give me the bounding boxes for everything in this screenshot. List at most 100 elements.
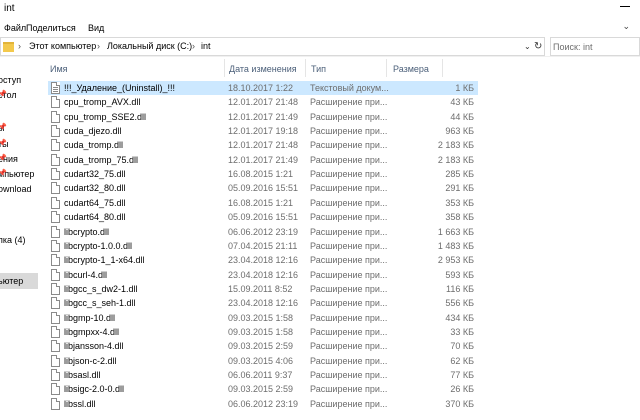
nav-item-quick-access[interactable]: оступ: [0, 72, 38, 88]
file-size: 593 КБ: [445, 269, 474, 280]
file-name: libcurl-4.dll: [64, 269, 108, 280]
dll-file-icon: [51, 268, 60, 281]
file-name: libsasl.dll: [64, 370, 101, 380]
file-name: libcrypto.dll: [64, 226, 110, 237]
search-input[interactable]: [553, 39, 639, 55]
nav-item-this-pc[interactable]: ьютер: [0, 273, 38, 289]
file-row[interactable]: cuda_tromp.dll 12.01.2017 21:48 Расширение…: [48, 138, 478, 152]
file-row[interactable]: cuda_tromp_75.dll 12.01.2017 21:49 Расшире…: [48, 153, 478, 167]
pin-icon[interactable]: 📌: [0, 139, 7, 147]
file-type: Расширение при...: [310, 97, 388, 108]
file-row[interactable]: cudart64_80.dll 05.09.2016 15:51 Расширени…: [48, 210, 478, 224]
pin-icon[interactable]: 📌: [0, 169, 7, 177]
refresh-icon[interactable]: ↻: [534, 41, 542, 52]
nav-item-downloads[interactable]: ы 📌: [0, 120, 38, 136]
file-row[interactable]: libsasl.dll 06.06.2011 9:37 Расширение при…: [48, 368, 478, 382]
file-type: Текстовый докум...: [310, 83, 389, 93]
tab-share[interactable]: Поделиться: [26, 23, 76, 33]
minimize-icon[interactable]: [620, 6, 630, 7]
file-size: 353 КБ: [445, 197, 474, 208]
breadcrumb-separator[interactable]: ›: [18, 41, 21, 51]
column-divider[interactable]: [305, 59, 306, 77]
nav-item-label: ьютер: [0, 276, 24, 286]
file-row[interactable]: libcrypto-1.0.0.dll 07.04.2015 21:11 Расши…: [48, 239, 478, 253]
file-row[interactable]: !!!_Удаление_(Uninstall)_!!! 18.10.2017 1…: [48, 81, 478, 95]
dll-file-icon: [51, 369, 60, 381]
dll-file-icon: [51, 354, 60, 367]
column-header-date[interactable]: Дата изменения: [229, 64, 297, 74]
file-date: 06.06.2012 23:19: [228, 226, 299, 237]
nav-item-desktop[interactable]: стол 📌: [0, 87, 38, 103]
file-size: 1 483 КБ: [437, 240, 474, 251]
column-divider[interactable]: [224, 59, 225, 77]
file-row[interactable]: libjansson-4.dll 09.03.2015 2:59 Расширени…: [48, 339, 478, 353]
file-size: 358 КБ: [445, 212, 474, 223]
breadcrumb-int[interactable]: int: [201, 41, 211, 51]
dll-file-icon: [51, 311, 60, 324]
file-name: libssl.dll: [64, 398, 96, 409]
column-header-name[interactable]: Имя: [50, 64, 68, 74]
dll-file-icon: [51, 125, 60, 138]
address-dropdown-icon[interactable]: ⌄: [524, 42, 531, 51]
file-row[interactable]: libcrypto-1_1-x64.dll 23.04.2018 12:16 Рас…: [48, 253, 478, 267]
pin-icon[interactable]: 📌: [0, 154, 7, 162]
search-box[interactable]: [550, 37, 640, 56]
column-divider[interactable]: [386, 59, 387, 77]
file-name: libcrypto-1.0.0.dll: [64, 240, 133, 251]
dll-file-icon: [51, 96, 60, 109]
file-row[interactable]: libgcc_s_seh-1.dll 23.04.2018 12:16 Расшир…: [48, 296, 478, 310]
column-header-type[interactable]: Тип: [311, 64, 326, 74]
file-date: 12.01.2017 21:49: [228, 111, 299, 122]
folder-icon: [3, 42, 14, 52]
breadcrumb-separator[interactable]: ›: [97, 41, 100, 51]
file-type: Расширение при...: [310, 341, 388, 352]
pin-icon[interactable]: 📌: [0, 90, 7, 98]
file-row[interactable]: libsigc-2.0-0.dll 09.03.2015 2:59 Расширен…: [48, 382, 478, 396]
file-type: Расширение при...: [310, 240, 388, 251]
column-divider[interactable]: [442, 59, 443, 77]
tab-view[interactable]: Вид: [88, 23, 104, 33]
dll-file-icon: [51, 297, 60, 310]
file-name: cudart64_75.dll: [64, 197, 126, 208]
pin-icon[interactable]: 📌: [0, 123, 7, 131]
file-name: libjansson-4.dll: [64, 341, 124, 352]
nav-item-documents[interactable]: ты 📌: [0, 136, 38, 152]
file-row[interactable]: libssl.dll 06.06.2012 23:19 Расширение при…: [48, 397, 478, 411]
file-row[interactable]: cudart64_75.dll 16.08.2015 1:21 Расширение…: [48, 196, 478, 210]
file-row[interactable]: libgmpxx-4.dll 09.03.2015 1:58 Расширение …: [48, 325, 478, 339]
breadcrumb-local-disk[interactable]: Локальный диск (C:): [107, 41, 192, 51]
column-header-size[interactable]: Размера: [393, 64, 429, 74]
file-row[interactable]: libcurl-4.dll 23.04.2018 12:16 Расширение …: [48, 268, 478, 282]
ribbon-expand-icon[interactable]: ⌄: [622, 21, 630, 32]
file-row[interactable]: libcrypto.dll 06.06.2012 23:19 Расширение …: [48, 225, 478, 239]
nav-item-pictures[interactable]: ения 📌: [0, 151, 38, 167]
file-row[interactable]: libgmp-10.dll 09.03.2015 1:58 Расширение п…: [48, 311, 478, 325]
address-row: › Этот компьютер › Локальный диск (C:) ›…: [0, 37, 640, 57]
file-size: 70 КБ: [450, 341, 474, 352]
dll-file-icon: [51, 325, 60, 338]
file-row[interactable]: cuda_djezo.dll 12.01.2017 19:18 Расширение…: [48, 124, 478, 138]
file-row[interactable]: libgcc_s_dw2-1.dll 15.09.2011 8:52 Расшире…: [48, 282, 478, 296]
address-bar[interactable]: › Этот компьютер › Локальный диск (C:) ›…: [0, 37, 545, 56]
nav-item-download[interactable]: ownload: [0, 181, 38, 197]
file-name: cuda_tromp_75.dll: [64, 154, 139, 165]
nav-item-this-pc-pinned[interactable]: мпьютер 📌: [0, 166, 38, 182]
file-row[interactable]: cpu_tromp_SSE2.dll 12.01.2017 21:49 Расшир…: [48, 110, 478, 124]
nav-item-folder-4[interactable]: пка (4): [0, 232, 38, 248]
file-date: 18.10.2017 1:22: [228, 83, 294, 93]
file-row[interactable]: cudart32_80.dll 05.09.2016 15:51 Расширени…: [48, 181, 478, 195]
breadcrumb-separator[interactable]: ›: [192, 41, 195, 51]
tab-file[interactable]: Файл: [4, 23, 26, 33]
file-date: 05.09.2016 15:51: [228, 183, 299, 194]
title-bar: int: [0, 0, 640, 17]
file-row[interactable]: libjson-c-2.dll 09.03.2015 4:06 Расширение…: [48, 354, 478, 368]
file-date: 06.06.2012 23:19: [228, 398, 299, 409]
file-row[interactable]: cudart32_75.dll 16.08.2015 1:21 Расширение…: [48, 167, 478, 181]
file-size: 1 КБ: [455, 83, 474, 93]
file-name: cpu_tromp_SSE2.dll: [64, 111, 147, 122]
dll-file-icon: [51, 182, 60, 195]
breadcrumb-this-pc[interactable]: Этот компьютер: [29, 41, 96, 51]
file-size: 434 КБ: [445, 312, 474, 323]
file-row[interactable]: cpu_tromp_AVX.dll 12.01.2017 21:48 Расшире…: [48, 95, 478, 109]
file-date: 16.08.2015 1:21: [228, 197, 294, 208]
